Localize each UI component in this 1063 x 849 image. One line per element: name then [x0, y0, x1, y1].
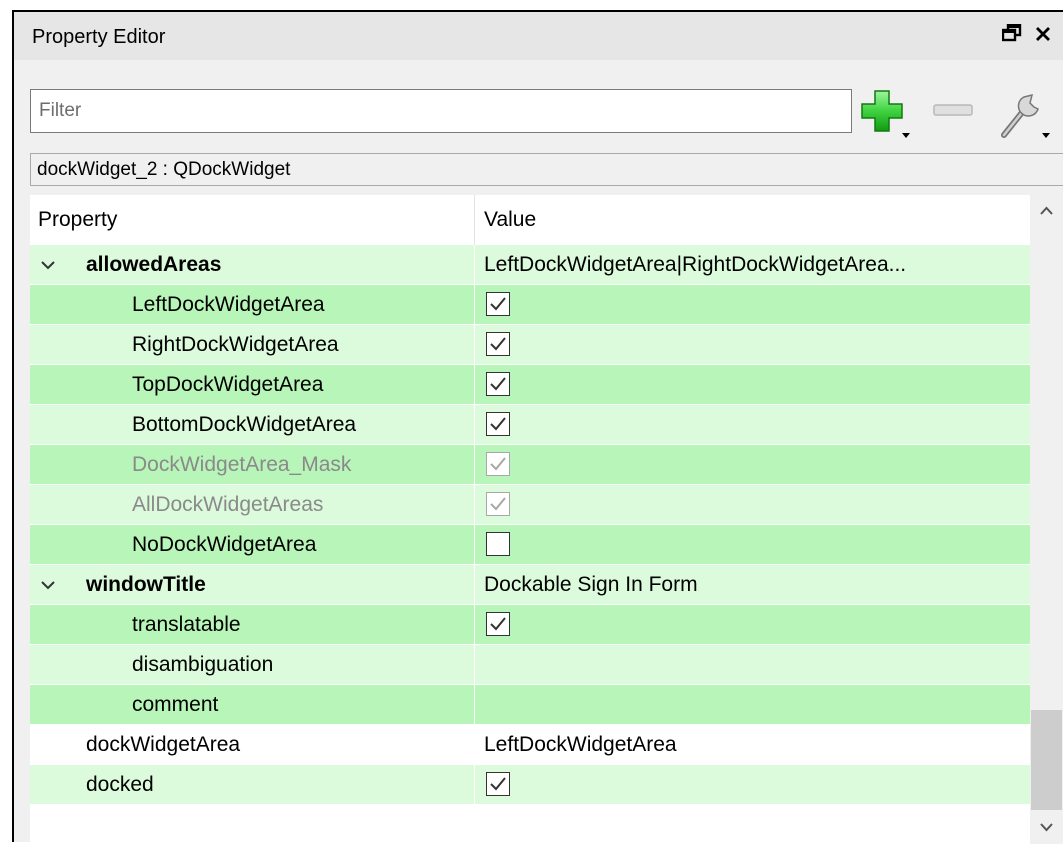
check-icon [490, 617, 506, 631]
check-icon [490, 337, 506, 351]
property-row[interactable]: NoDockWidgetArea [30, 525, 1030, 565]
value-checkbox[interactable] [486, 772, 510, 796]
column-divider [474, 325, 475, 364]
wrench-icon [1001, 93, 1050, 138]
value-checkbox[interactable] [486, 292, 510, 316]
property-name: BottomDockWidgetArea [132, 413, 357, 436]
property-value[interactable]: LeftDockWidgetArea|RightDockWidgetArea..… [484, 245, 1024, 284]
add-property-button[interactable] [858, 83, 922, 143]
check-icon [490, 297, 506, 311]
value-checkbox [486, 492, 510, 516]
property-name: TopDockWidgetArea [132, 373, 324, 396]
header-property[interactable]: Property [38, 195, 117, 245]
property-name: comment [132, 693, 219, 716]
column-divider [474, 565, 475, 604]
chevron-down-icon [1040, 823, 1053, 832]
column-divider [474, 245, 475, 284]
property-name: LeftDockWidgetArea [132, 293, 325, 316]
column-divider [474, 445, 475, 484]
property-row[interactable]: disambiguation [30, 645, 1030, 685]
property-row[interactable]: AllDockWidgetAreas [30, 485, 1030, 525]
property-name: disambiguation [132, 653, 274, 676]
property-name: AllDockWidgetAreas [132, 493, 324, 516]
scroll-down-button[interactable] [1030, 810, 1063, 844]
property-name: NoDockWidgetArea [132, 533, 317, 556]
column-divider [474, 685, 475, 724]
filter-input[interactable] [30, 89, 852, 133]
column-divider [474, 405, 475, 444]
check-icon [490, 377, 506, 391]
value-checkbox[interactable] [486, 612, 510, 636]
property-name: dockWidgetArea [86, 733, 241, 756]
panel-titlebar[interactable]: Property Editor [14, 12, 1063, 60]
column-divider [474, 765, 475, 804]
property-name: DockWidgetArea_Mask [132, 453, 352, 476]
value-checkbox[interactable] [486, 372, 510, 396]
property-value[interactable] [484, 645, 1024, 684]
property-row[interactable]: dockWidgetArea LeftDockWidgetArea [30, 725, 1030, 765]
property-value[interactable]: LeftDockWidgetArea [484, 725, 1024, 764]
plus-icon [861, 90, 910, 138]
value-checkbox [486, 452, 510, 476]
property-table: Property Value allowedAreas LeftDockWidge… [30, 195, 1030, 844]
remove-property-button[interactable] [928, 83, 980, 143]
column-divider [474, 365, 475, 404]
scroll-thumb[interactable] [1031, 710, 1062, 810]
value-checkbox[interactable] [486, 332, 510, 356]
property-row[interactable]: docked [30, 765, 1030, 805]
property-name: translatable [132, 613, 241, 636]
close-icon [1036, 27, 1050, 41]
check-icon [490, 417, 506, 431]
property-row[interactable]: LeftDockWidgetArea [30, 285, 1030, 325]
header-value[interactable]: Value [484, 195, 536, 245]
float-button[interactable] [999, 22, 1025, 48]
column-divider [474, 605, 475, 644]
property-row[interactable]: BottomDockWidgetArea [30, 405, 1030, 445]
property-row[interactable]: RightDockWidgetArea [30, 325, 1030, 365]
expand-chevron-icon[interactable] [36, 565, 60, 604]
expand-chevron-icon[interactable] [36, 245, 60, 284]
scroll-up-button[interactable] [1030, 195, 1063, 229]
close-button[interactable] [1030, 22, 1056, 48]
property-editor-panel: Property Editor Filter dockWidget_2: QD… [12, 10, 1063, 844]
configure-button[interactable] [994, 83, 1054, 143]
float-icon [1001, 23, 1022, 42]
property-value[interactable] [484, 685, 1024, 724]
chevron-up-icon [1040, 206, 1053, 215]
header-divider [474, 195, 475, 245]
property-name: windowTitle [86, 573, 206, 596]
property-row[interactable]: windowTitle Dockable Sign In Form [30, 565, 1030, 605]
column-divider [474, 525, 475, 564]
property-name: docked [86, 773, 154, 796]
minus-icon [933, 104, 973, 116]
property-row[interactable]: translatable [30, 605, 1030, 645]
table-header: Property Value [30, 195, 1030, 245]
property-row[interactable]: comment [30, 685, 1030, 725]
value-checkbox[interactable] [486, 532, 510, 556]
value-checkbox[interactable] [486, 412, 510, 436]
object-name-label: dockWidget_2 : QDockWidget [30, 153, 1063, 186]
property-name: allowedAreas [86, 253, 222, 276]
property-row[interactable]: TopDockWidgetArea [30, 365, 1030, 405]
property-name: RightDockWidgetArea [132, 333, 339, 356]
vertical-scrollbar[interactable] [1030, 195, 1063, 844]
check-icon [490, 777, 506, 791]
property-row[interactable]: allowedAreas LeftDockWidgetArea|RightDock… [30, 245, 1030, 285]
column-divider [474, 645, 475, 684]
column-divider [474, 725, 475, 764]
property-row[interactable]: DockWidgetArea_Mask [30, 445, 1030, 485]
check-icon [490, 497, 506, 511]
table-body: allowedAreas LeftDockWidgetArea|RightDock… [30, 245, 1030, 805]
check-icon [490, 457, 506, 471]
panel-title: Property Editor [32, 26, 166, 48]
property-value[interactable]: Dockable Sign In Form [484, 565, 1024, 604]
column-divider [474, 285, 475, 324]
column-divider [474, 485, 475, 524]
